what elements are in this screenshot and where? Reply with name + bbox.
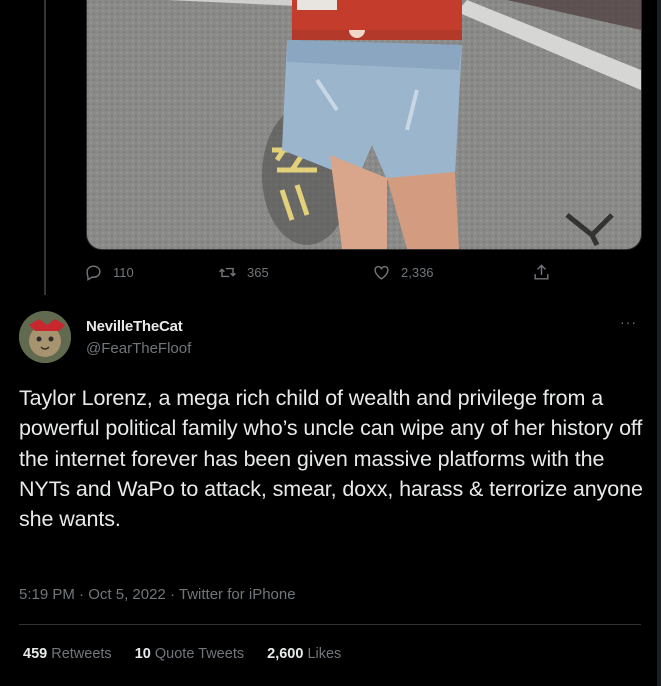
retweets-stat-label: Retweets <box>51 646 112 662</box>
thread-connector-line <box>44 0 46 295</box>
meta-separator: · <box>79 586 85 603</box>
tweet-source[interactable]: Twitter for iPhone <box>179 586 296 603</box>
share-button[interactable] <box>532 263 551 282</box>
divider <box>19 624 641 625</box>
tweet-stats: 459 Retweets 10 Quote Tweets 2,600 Likes <box>23 646 360 662</box>
tweet-media-image[interactable] <box>86 0 642 250</box>
scrollbar[interactable] <box>657 0 661 686</box>
likes-stat-label: Likes <box>307 646 342 662</box>
more-options-icon[interactable]: ··· <box>620 314 637 330</box>
user-handle[interactable]: @FearTheFloof <box>86 340 191 357</box>
tweet-text: Taylor Lorenz, a mega rich child of weal… <box>19 386 643 532</box>
tweet-date[interactable]: Oct 5, 2022 <box>88 586 166 603</box>
reply-button[interactable]: 110 <box>84 263 134 282</box>
likes-stat[interactable]: 2,600 Likes <box>267 646 341 662</box>
heart-icon <box>374 265 389 280</box>
avatar[interactable] <box>19 311 71 363</box>
quote-tweets-stat-label: Quote Tweets <box>154 646 245 662</box>
retweets-stat[interactable]: 459 Retweets <box>23 646 116 662</box>
tweet-time[interactable]: 5:19 PM <box>19 586 75 603</box>
reply-icon <box>86 265 101 281</box>
meta-separator: · <box>169 586 175 603</box>
retweets-stat-count: 459 <box>23 646 48 662</box>
retweet-button[interactable]: 365 <box>218 263 269 282</box>
tweet-metadata: 5:19 PM · Oct 5, 2022 · Twitter for iPho… <box>19 586 296 603</box>
share-icon <box>534 264 549 280</box>
likes-stat-count: 2,600 <box>267 646 304 662</box>
retweet-icon <box>219 267 236 278</box>
tweet-action-bar: 110 365 2,336 <box>84 263 564 285</box>
like-button[interactable]: 2,336 <box>372 263 434 282</box>
reply-count: 110 <box>113 265 134 280</box>
quote-tweets-stat[interactable]: 10 Quote Tweets <box>135 646 248 662</box>
like-count: 2,336 <box>401 265 434 280</box>
quote-tweets-stat-count: 10 <box>134 646 151 662</box>
user-display-name[interactable]: NevilleTheCat <box>86 318 183 335</box>
retweet-count: 365 <box>247 265 269 280</box>
